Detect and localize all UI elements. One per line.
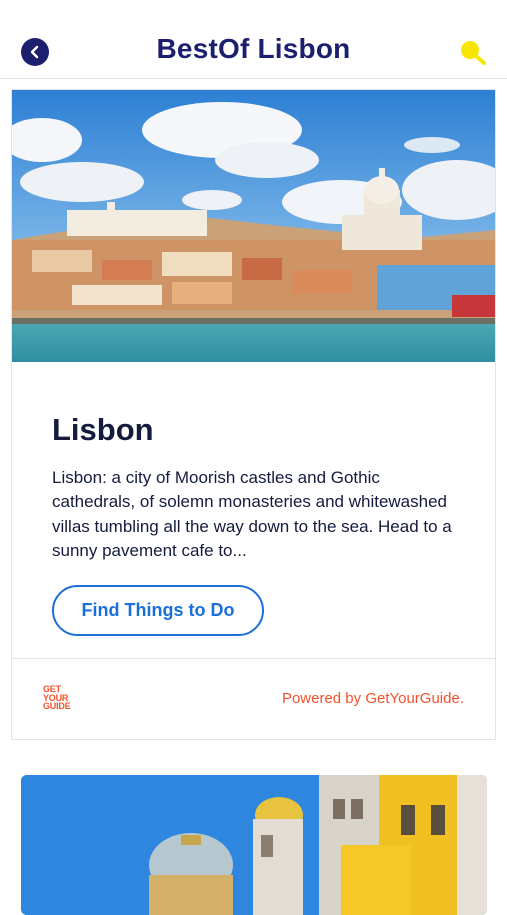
card-heading: Lisbon [52, 412, 154, 447]
search-button[interactable] [458, 38, 488, 68]
next-destination-card[interactable] [21, 775, 487, 915]
getyourguide-logo[interactable]: GET YOUR GUIDE [43, 685, 83, 711]
powered-by-link[interactable]: Powered by GetYourGuide. [282, 690, 464, 707]
search-icon [461, 41, 486, 65]
page-title: BestOf Lisbon [156, 33, 351, 64]
destination-card[interactable]: Lisbon Lisbon: a city of Moorish castles… [11, 89, 496, 740]
pena-palace-image [21, 775, 487, 915]
lisbon-cityscape-image [12, 90, 495, 362]
card-description: Lisbon: a city of Moorish castles and Go… [52, 468, 452, 560]
logo-line: GUIDE [43, 701, 71, 711]
find-things-to-do-button[interactable]: Find Things to Do [52, 585, 264, 636]
app-header: BestOf Lisbon [0, 0, 507, 79]
card-footer: GET YOUR GUIDE Powered by GetYourGuide. [12, 658, 495, 740]
